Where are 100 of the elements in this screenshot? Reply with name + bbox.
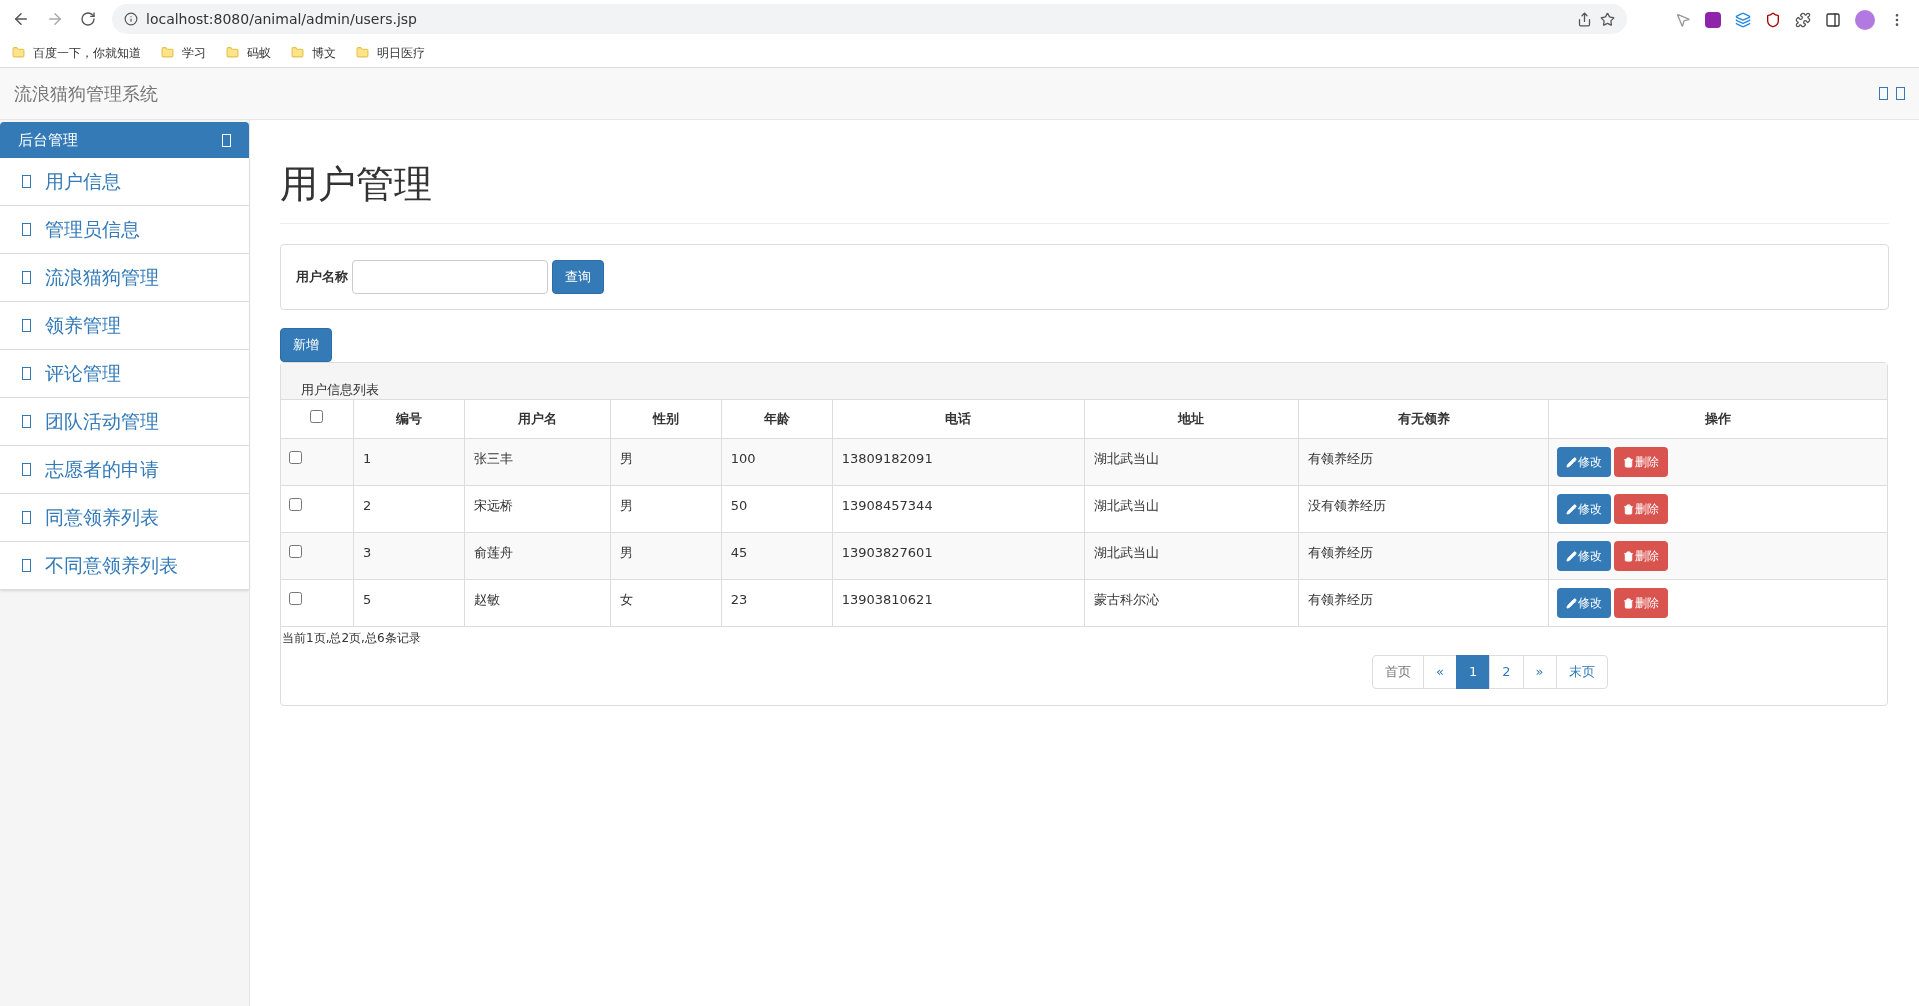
page-link[interactable]: 首页: [1372, 655, 1424, 689]
table-caption: 用户信息列表: [301, 380, 379, 399]
menu-item-icon: [22, 271, 31, 284]
bookmark[interactable]: 码蚁: [226, 43, 271, 62]
row-checkbox[interactable]: [289, 545, 302, 558]
menu-item-icon: [22, 175, 31, 188]
extension-icon[interactable]: [1705, 12, 1721, 28]
trash-icon: [1623, 597, 1635, 609]
sidebar-item[interactable]: 评论管理: [0, 350, 249, 398]
folder-icon: [356, 46, 369, 59]
table-cell: 13809182091: [841, 451, 933, 466]
pencil-icon: [1566, 550, 1578, 562]
star-icon[interactable]: [1600, 11, 1615, 27]
table-cell: 湖北武当山: [1093, 451, 1159, 466]
table-cell: 张三丰: [473, 451, 513, 466]
extensions-icon[interactable]: [1795, 12, 1811, 28]
row-checkbox[interactable]: [289, 592, 302, 605]
table-cell: 13903810621: [841, 592, 933, 607]
table-cell: 没有领养经历: [1308, 498, 1387, 513]
bookmark[interactable]: 明日医疗: [356, 43, 425, 62]
side-panel-icon[interactable]: [1825, 12, 1841, 28]
pencil-icon: [1566, 456, 1578, 468]
row-checkbox[interactable]: [289, 498, 302, 511]
sidebar-item[interactable]: 用户信息: [0, 158, 249, 206]
column-header: 地址: [1178, 410, 1205, 429]
address-bar[interactable]: localhost:8080/animal/admin/users.jsp: [112, 4, 1627, 34]
page-link[interactable]: »: [1522, 655, 1557, 689]
layers-icon[interactable]: [1735, 12, 1751, 28]
sidebar-header[interactable]: 后台管理: [0, 122, 249, 158]
table-cell: 赵敏: [473, 592, 500, 607]
table-cell: 有领养经历: [1308, 545, 1374, 560]
table-cell: 5: [362, 592, 372, 607]
folder-icon: [226, 46, 239, 59]
info-icon[interactable]: [124, 12, 138, 26]
sidebar-item[interactable]: 志愿者的申请: [0, 446, 249, 494]
sidebar-item[interactable]: 管理员信息: [0, 206, 249, 254]
record-summary: 当前1页,总2页,总6条记录: [281, 630, 422, 647]
cursor-icon[interactable]: [1675, 12, 1691, 28]
search-label: 用户名称: [296, 268, 348, 287]
menu-item-icon: [22, 559, 31, 572]
bookmark[interactable]: 学习: [161, 43, 206, 62]
search-field[interactable]: [352, 260, 548, 294]
table-cell: 13908457344: [841, 498, 933, 513]
folder-icon: [291, 46, 304, 59]
sidebar-item[interactable]: 同意领养列表: [0, 494, 249, 542]
column-header: 电话: [945, 410, 972, 429]
trash-icon: [1623, 456, 1635, 468]
sidebar-item[interactable]: 不同意领养列表: [0, 542, 249, 590]
shield-icon[interactable]: [1765, 12, 1781, 28]
pencil-icon: [1566, 503, 1578, 515]
edit-button[interactable]: 修改: [1557, 588, 1612, 618]
table-cell: 23: [730, 592, 748, 607]
page-title: 用户管理: [280, 156, 1889, 224]
delete-button[interactable]: 删除: [1614, 494, 1669, 524]
table-cell: 50: [730, 498, 748, 513]
table-cell: 3: [362, 545, 372, 560]
sidebar-item[interactable]: 领养管理: [0, 302, 249, 350]
table-cell: 男: [619, 498, 633, 513]
edit-button[interactable]: 修改: [1557, 494, 1612, 524]
page-link[interactable]: 末页: [1555, 655, 1608, 689]
table-cell: 女: [619, 592, 633, 607]
edit-button[interactable]: 修改: [1557, 541, 1612, 571]
table-cell: 13903827601: [841, 545, 933, 560]
table-cell: 宋远桥: [473, 498, 513, 513]
add-button[interactable]: 新增: [280, 328, 332, 362]
bookmark[interactable]: 博文: [291, 43, 336, 62]
column-header: 编号: [395, 410, 422, 429]
page-link[interactable]: «: [1423, 655, 1457, 689]
nav-icon: [1879, 87, 1888, 100]
table-cell: 有领养经历: [1308, 592, 1374, 607]
app-title[interactable]: 流浪猫狗管理系统: [14, 80, 158, 107]
table-cell: 45: [730, 545, 748, 560]
collapse-icon: [222, 133, 231, 147]
menu-item-icon: [22, 367, 31, 380]
delete-button[interactable]: 删除: [1614, 541, 1669, 571]
page-link[interactable]: 2: [1489, 655, 1524, 689]
menu-item-icon: [22, 319, 31, 332]
bookmark[interactable]: 百度一下，你就知道: [12, 43, 141, 62]
table-cell: 男: [619, 545, 633, 560]
menu-item-icon: [22, 415, 31, 428]
sidebar-item[interactable]: 团队活动管理: [0, 398, 249, 446]
column-header: 性别: [652, 410, 679, 429]
share-icon[interactable]: [1577, 11, 1592, 27]
delete-button[interactable]: 删除: [1614, 588, 1669, 618]
back-icon[interactable]: [12, 10, 30, 28]
edit-button[interactable]: 修改: [1557, 447, 1612, 477]
menu-item-icon: [22, 511, 31, 524]
reload-icon[interactable]: [80, 11, 96, 27]
select-all-checkbox[interactable]: [310, 410, 324, 423]
trash-icon: [1623, 550, 1635, 562]
table-cell: 湖北武当山: [1093, 545, 1159, 560]
menu-item-icon: [22, 223, 31, 236]
folder-icon: [12, 46, 25, 59]
sidebar-item[interactable]: 流浪猫狗管理: [0, 254, 249, 302]
table-cell: 2: [362, 498, 372, 513]
column-header: 有无领养: [1397, 410, 1450, 429]
delete-button[interactable]: 删除: [1614, 447, 1669, 477]
pencil-icon: [1566, 597, 1578, 609]
row-checkbox[interactable]: [289, 451, 302, 464]
search-button[interactable]: 查询: [552, 260, 604, 294]
